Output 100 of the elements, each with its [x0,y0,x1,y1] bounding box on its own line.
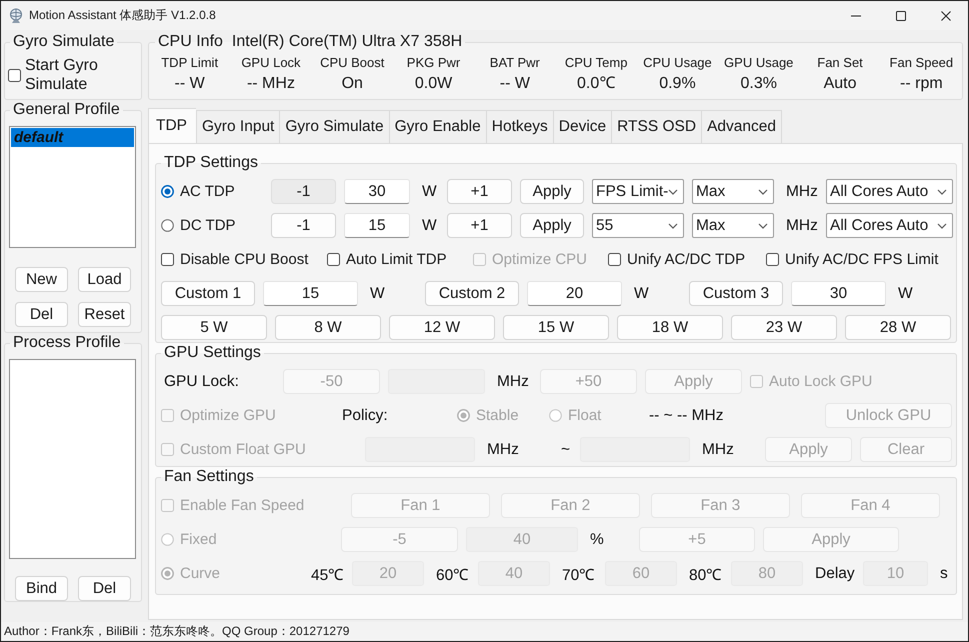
text-field[interactable]: 30 [791,281,886,306]
metric-value: 0.9% [659,74,696,94]
text-field[interactable]: 15 [344,213,410,238]
group-title: GPU Settings [164,344,261,361]
group-title: Gyro Simulate [13,33,114,50]
text-field[interactable]: 20 [527,281,622,306]
metric-label: Fan Set [817,54,863,71]
metric-label: TDP Limit [161,54,218,71]
field-label: 60℃ [436,566,468,584]
maximize-icon [896,10,906,20]
dropdown[interactable]: 55 [592,213,684,238]
field-label: W [898,284,913,302]
button[interactable]: 18 W [617,315,723,340]
button[interactable]: Bind [15,576,68,601]
tab[interactable]: Gyro Simulate [279,110,389,143]
chevron-icon [668,188,678,194]
radio-button[interactable]: AC TDP [161,183,235,200]
button[interactable]: New [15,267,68,292]
chevron-icon [937,222,947,228]
metric-value: On [342,74,363,94]
group-title: General Profile [13,101,120,118]
dropdown[interactable]: All Cores Auto [826,179,953,204]
button[interactable]: 5 W [161,315,267,340]
close-icon [940,10,950,20]
field-label: W [422,182,437,200]
checkbox[interactable]: Unify AC/DC TDP [608,251,746,268]
metric-label: CPU Usage [643,54,712,71]
metric-label: CPU Boost [320,54,384,71]
window-title: Motion Assistant 体感助手 V1.2.0.8 [29,7,216,24]
tab[interactable]: RTSS OSD [611,110,702,143]
metric-value: 0.3% [740,74,777,94]
button[interactable]: Reset [78,302,131,327]
status-text: Author：Frank东，BiliBili：范东东咚咚。QQ Group：201271279 [4,623,350,640]
field-label: MHz [497,372,529,390]
button[interactable]: Custom 3 [689,281,783,306]
tab[interactable]: TDP [148,108,196,143]
field-label: W [422,216,437,234]
field-label: 80℃ [689,566,722,584]
processor-name: Intel(R) Core(TM) Ultra X7 358H [232,33,462,50]
dropdown[interactable]: Max [692,179,774,204]
button[interactable]: +1 [447,179,512,204]
group-title: Fan Settings [164,468,254,485]
tab[interactable]: Gyro Input [196,110,280,143]
metric-label: CPU Temp [564,54,628,71]
metric-value: -- MHz [246,74,295,94]
metric-label: Fan Speed [890,54,954,71]
chevron-icon [758,188,768,194]
dropdown[interactable]: Max [692,213,774,238]
button[interactable]: 15 W [503,315,609,340]
checkbox[interactable]: Disable CPU Boost [161,251,308,268]
field-label: MHz [786,216,818,234]
metric-label: PKG Pwr [406,54,460,71]
button[interactable]: Apply [520,213,584,238]
field-label: MHz [786,182,818,200]
button[interactable]: Del [15,302,68,327]
button[interactable]: Apply [520,179,584,204]
group-title: CPU Info [158,33,223,50]
field-label: Policy: [342,406,388,424]
tab[interactable]: Gyro Enable [388,110,486,143]
checkbox[interactable]: Unify AC/DC FPS Limit [766,251,938,268]
metric-value: -- rpm [900,74,943,94]
radio-button[interactable]: DC TDP [161,217,236,234]
button[interactable]: 8 W [275,315,381,340]
button[interactable]: 12 W [389,315,495,340]
metric-label: GPU Lock [241,54,301,71]
button[interactable]: 23 W [731,315,837,340]
button[interactable]: Custom 1 [161,281,255,306]
metric-label: GPU Usage [724,54,794,71]
metric-value: Auto [824,74,856,94]
tab[interactable]: Device [552,110,612,143]
chevron-icon [668,222,678,228]
button[interactable]: 28 W [845,315,951,340]
field-label: % [590,530,604,548]
text-field[interactable]: 15 [263,281,358,306]
list-item[interactable]: default [11,128,134,147]
field-label: -- ~ -- MHz [649,406,724,424]
group-title: TDP Settings [164,154,258,171]
field-label: Delay [815,564,855,582]
field-label: W [634,284,649,302]
metric-value: -- W [174,74,205,94]
tab[interactable]: Hotkeys [486,110,553,143]
field-label: MHz [487,440,519,458]
button[interactable]: Del [78,576,131,601]
button[interactable]: Load [78,267,131,292]
field-label: ~ [561,440,570,458]
tab[interactable]: Advanced [701,110,782,143]
field-label: 45℃ [311,566,344,584]
button[interactable]: -1 [271,179,336,204]
checkbox[interactable]: Start Gyro Simulate [8,56,115,94]
text-field[interactable]: 30 [344,179,410,204]
chevron-icon [758,222,768,228]
button[interactable]: Custom 2 [425,281,519,306]
checkbox[interactable]: Auto Limit TDP [327,251,447,268]
dropdown[interactable]: FPS Limit- [592,179,684,204]
globe-icon [8,8,24,24]
button[interactable]: -1 [271,213,336,238]
metric-label: BAT Pwr [490,54,540,71]
metric-value: -- W [500,74,530,94]
button[interactable]: +1 [447,213,512,238]
dropdown[interactable]: All Cores Auto [826,213,953,238]
